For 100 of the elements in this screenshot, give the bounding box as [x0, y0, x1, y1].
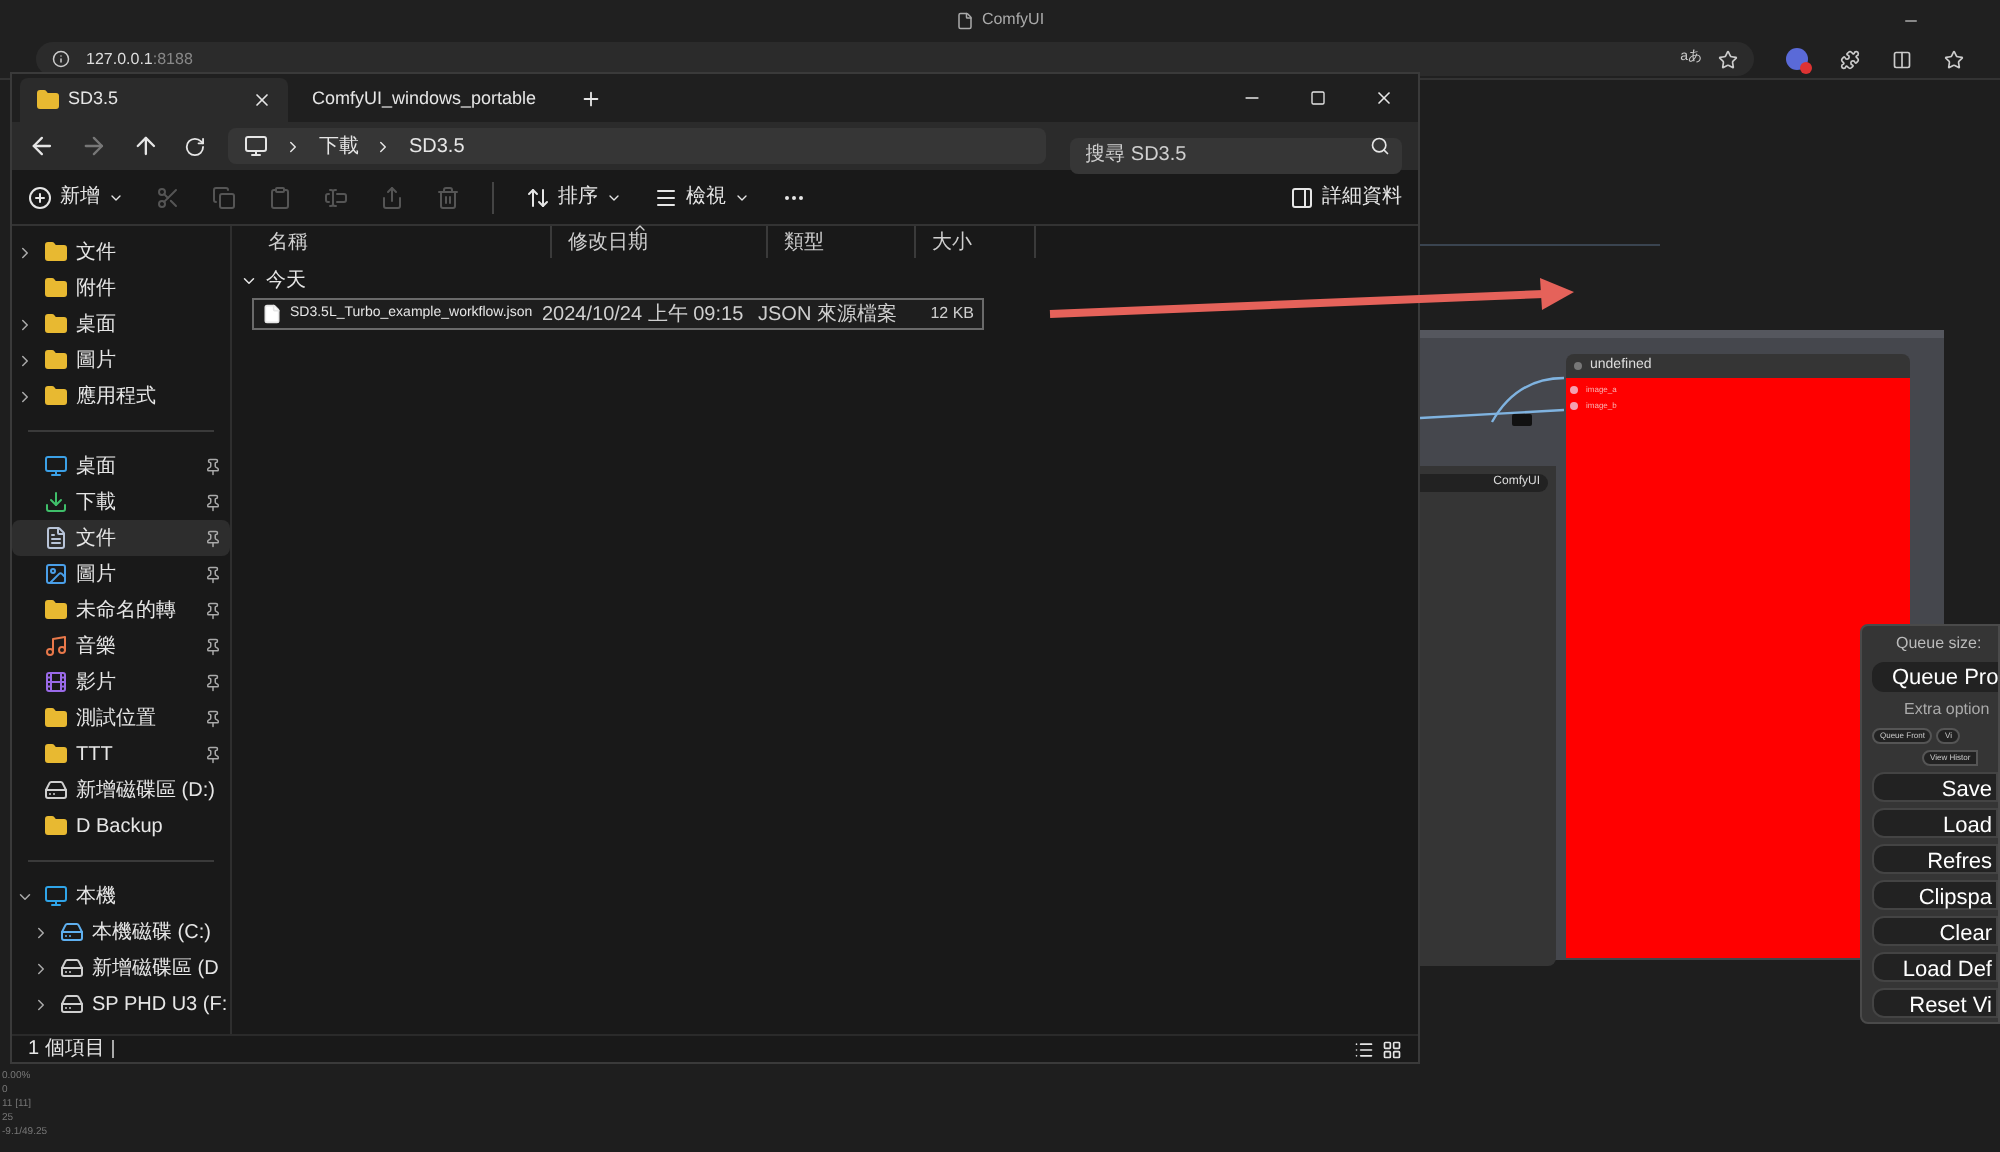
sidebar-item[interactable]: 桌面: [12, 306, 230, 342]
forward-icon[interactable]: [79, 132, 108, 160]
chevron-right-icon[interactable]: [32, 923, 50, 941]
sidebar-item[interactable]: 桌面: [12, 448, 230, 484]
sidebar-item[interactable]: 影片: [12, 664, 230, 700]
folder-icon: [36, 88, 60, 112]
tab-label: ComfyUI_windows_portable: [312, 86, 537, 113]
sidebar-item[interactable]: TTT: [12, 736, 230, 772]
computer-icon: [44, 884, 68, 908]
favorites-icon[interactable]: [1944, 49, 1964, 69]
chevron-right-icon[interactable]: [32, 959, 50, 977]
item-label: 桌面: [76, 311, 116, 339]
menu-button[interactable]: Refres: [1872, 844, 1998, 874]
status-text: 1 個項目: [28, 1036, 105, 1064]
new-button[interactable]: 新增: [28, 182, 124, 212]
group-label: 今天: [266, 267, 306, 295]
drive-icon: [60, 992, 84, 1016]
item-label: 本機: [76, 883, 116, 911]
sidebar-item[interactable]: 附件: [12, 270, 230, 306]
details-button[interactable]: 詳細資料: [1290, 182, 1402, 212]
item-label: 桌面: [76, 453, 116, 481]
folder-icon: [44, 240, 68, 264]
folder-icon: [44, 384, 68, 408]
item-label: 圖片: [76, 561, 116, 589]
folder-icon: [44, 814, 68, 838]
split-screen-icon[interactable]: [1892, 49, 1912, 69]
sidebar-item[interactable]: 新增磁碟區 (D:): [12, 772, 230, 808]
extensions-icon[interactable]: [1840, 49, 1860, 69]
address-bar[interactable]: 下載 SD3.5: [228, 128, 1046, 164]
refresh-icon[interactable]: [183, 135, 205, 157]
sidebar-item[interactable]: 圖片: [12, 556, 230, 592]
search-icon: [1369, 136, 1390, 156]
sort-button[interactable]: 排序: [526, 182, 622, 212]
sidebar-item[interactable]: 本機: [12, 878, 230, 914]
sidebar-item[interactable]: 未命名的轉: [12, 592, 230, 628]
breadcrumb-item[interactable]: 下載: [318, 131, 359, 161]
file-type: JSON 來源檔案: [756, 301, 898, 329]
column-header[interactable]: 修改日期: [552, 226, 768, 258]
column-header[interactable]: 類型: [768, 226, 916, 258]
tab-label: SD3.5: [68, 86, 119, 113]
sidebar-item[interactable]: 應用程式: [12, 378, 230, 414]
drive-icon: [60, 956, 84, 980]
sidebar-item[interactable]: 圖片: [12, 342, 230, 378]
music-icon: [44, 634, 68, 658]
column-header[interactable]: 大小: [916, 226, 1036, 258]
new-tab-icon[interactable]: [580, 88, 602, 110]
folder-icon: [44, 706, 68, 730]
menu-button[interactable]: Load Def: [1872, 952, 1998, 982]
menu-button[interactable]: Save: [1872, 772, 1998, 802]
item-label: 附件: [76, 275, 116, 303]
item-label: 圖片: [76, 347, 116, 375]
close-icon[interactable]: [1374, 88, 1394, 108]
sidebar-item[interactable]: D Backup: [12, 808, 230, 844]
sidebar-item[interactable]: SP PHD U3 (F:: [12, 986, 230, 1022]
item-label: 下載: [76, 489, 116, 517]
file-icon: [262, 304, 282, 324]
column-header[interactable]: 名稱: [252, 226, 552, 258]
tiles-view-icon[interactable]: [1382, 1039, 1402, 1059]
back-icon[interactable]: [28, 132, 56, 160]
chevron-right-icon[interactable]: [32, 995, 50, 1013]
sidebar-item[interactable]: 本機磁碟 (C:): [12, 914, 230, 950]
queue-prompt-button[interactable]: Queue Pro: [1872, 662, 1998, 692]
sidebar-item[interactable]: 下載: [12, 484, 230, 520]
menu-button[interactable]: Load: [1872, 808, 1998, 838]
favorite-star-icon[interactable]: [1718, 49, 1738, 69]
maximize-icon[interactable]: [1310, 90, 1326, 106]
chevron-right-icon[interactable]: [16, 387, 34, 405]
item-label: D Backup: [76, 813, 163, 841]
menu-button[interactable]: Clear: [1872, 916, 1998, 946]
url-text: 127.0.0.1:8188: [86, 47, 193, 71]
sidebar-item[interactable]: 文件: [12, 520, 230, 556]
item-label: 本機磁碟 (C:): [92, 919, 211, 947]
sidebar-item[interactable]: 測試位置: [12, 700, 230, 736]
item-label: 文件: [76, 525, 116, 553]
breadcrumb-item[interactable]: SD3.5: [408, 131, 465, 161]
sidebar-item[interactable]: 文件: [12, 234, 230, 270]
up-icon[interactable]: [131, 132, 160, 160]
chevron-right-icon[interactable]: [16, 351, 34, 369]
sidebar-item[interactable]: 新增磁碟區 (D: [12, 950, 230, 986]
item-label: 文件: [76, 239, 116, 267]
details-pane-icon: [1290, 185, 1314, 209]
tab[interactable]: SD3.5: [20, 78, 288, 122]
chevron-right-icon[interactable]: [16, 315, 34, 333]
desktop-icon: [44, 454, 68, 478]
details-view-icon[interactable]: [1354, 1039, 1374, 1059]
item-label: 影片: [76, 669, 116, 697]
tab[interactable]: ComfyUI_windows_portable: [288, 78, 556, 122]
drive-icon: [60, 920, 84, 944]
profile-avatar[interactable]: [1786, 48, 1808, 70]
menu-button[interactable]: Clipspa: [1872, 880, 1998, 910]
plus-icon: [28, 185, 52, 209]
video-icon: [44, 670, 68, 694]
chevron-right-icon[interactable]: [16, 243, 34, 261]
close-icon[interactable]: [252, 90, 272, 110]
sidebar-item[interactable]: 音樂: [12, 628, 230, 664]
menu-button[interactable]: Reset Vi: [1872, 988, 1998, 1018]
view-icon: [654, 185, 678, 209]
item-label: 測試位置: [76, 705, 156, 733]
view-button[interactable]: 檢視: [654, 182, 750, 212]
search-field[interactable]: 搜尋 SD3.5: [1069, 137, 1402, 173]
